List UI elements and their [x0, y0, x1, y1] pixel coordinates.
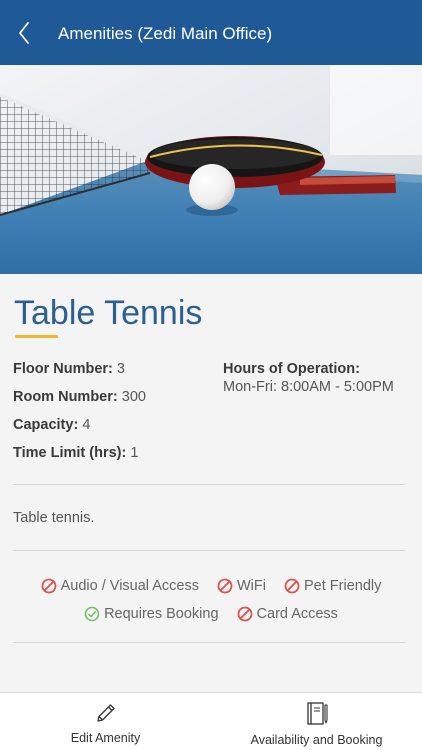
hours-of-operation: Hours of Operation: Mon-Fri: 8:00AM - 5:…: [223, 360, 394, 396]
room-number: Room Number: 300: [13, 388, 213, 416]
feature-requires-booking: Requires Booking: [84, 606, 219, 622]
title-underline: [15, 335, 58, 338]
chevron-left-icon: [19, 22, 29, 44]
app-bar: Amenities (Zedi Main Office): [0, 0, 422, 65]
feature-row: Requires Booking Card Access: [0, 600, 422, 628]
time-limit-value: 1: [130, 445, 139, 461]
prohibited-icon: [237, 606, 252, 622]
feature-wifi: WiFi: [217, 578, 266, 594]
divider: [13, 484, 405, 485]
amenity-specs: Floor Number: 3 Room Number: 300 Capacit…: [13, 360, 213, 472]
hours-value: Mon-Fri: 8:00AM - 5:00PM: [223, 379, 394, 395]
feature-list: Audio / Visual Access WiFi Pet Friendly: [0, 572, 422, 628]
feature-label: Pet Friendly: [304, 578, 382, 594]
amenity-details: Table Tennis Floor Number: 3 Room Number…: [0, 274, 422, 692]
availability-booking-button[interactable]: Availability and Booking: [211, 693, 422, 750]
hours-label: Hours of Operation:: [223, 361, 360, 377]
prohibited-icon: [217, 578, 233, 594]
prohibited-icon: [41, 578, 57, 594]
divider: [13, 642, 405, 643]
time-limit: Time Limit (hrs): 1: [13, 444, 213, 472]
floor-number-label: Floor Number:: [13, 361, 113, 377]
prohibited-icon: [284, 578, 300, 594]
feature-label: Requires Booking: [104, 606, 219, 622]
divider: [13, 550, 405, 551]
time-limit-label: Time Limit (hrs):: [13, 445, 127, 461]
pencil-icon: [96, 704, 115, 722]
edit-amenity-label: Edit Amenity: [70, 731, 141, 745]
amenity-description: Table tennis.: [13, 510, 95, 526]
floor-number-value: 3: [116, 361, 125, 377]
bottom-action-bar: Edit Amenity Availability and Booking: [0, 692, 422, 750]
capacity: Capacity: 4: [13, 416, 213, 444]
capacity-label: Capacity:: [13, 417, 79, 433]
feature-row: Audio / Visual Access WiFi Pet Friendly: [0, 572, 422, 600]
availability-booking-label: Availability and Booking: [250, 733, 383, 747]
room-number-value: 300: [121, 389, 146, 405]
page-title: Amenities (Zedi Main Office): [58, 24, 273, 43]
amenity-photo: [0, 65, 422, 274]
feature-label: WiFi: [237, 578, 266, 594]
edit-amenity-button[interactable]: Edit Amenity: [0, 693, 211, 750]
floor-number: Floor Number: 3: [13, 360, 213, 388]
capacity-value: 4: [82, 417, 91, 433]
feature-card-access: Card Access: [237, 606, 338, 622]
feature-pet-friendly: Pet Friendly: [284, 578, 381, 594]
back-button[interactable]: [10, 16, 38, 50]
feature-audio-visual: Audio / Visual Access: [41, 578, 199, 594]
check-circle-icon: [84, 606, 100, 622]
feature-label: Audio / Visual Access: [60, 578, 199, 594]
feature-label: Card Access: [256, 606, 338, 622]
room-number-label: Room Number:: [13, 389, 118, 405]
booking-book-icon: [306, 702, 328, 725]
amenity-name: Table Tennis: [14, 294, 203, 332]
